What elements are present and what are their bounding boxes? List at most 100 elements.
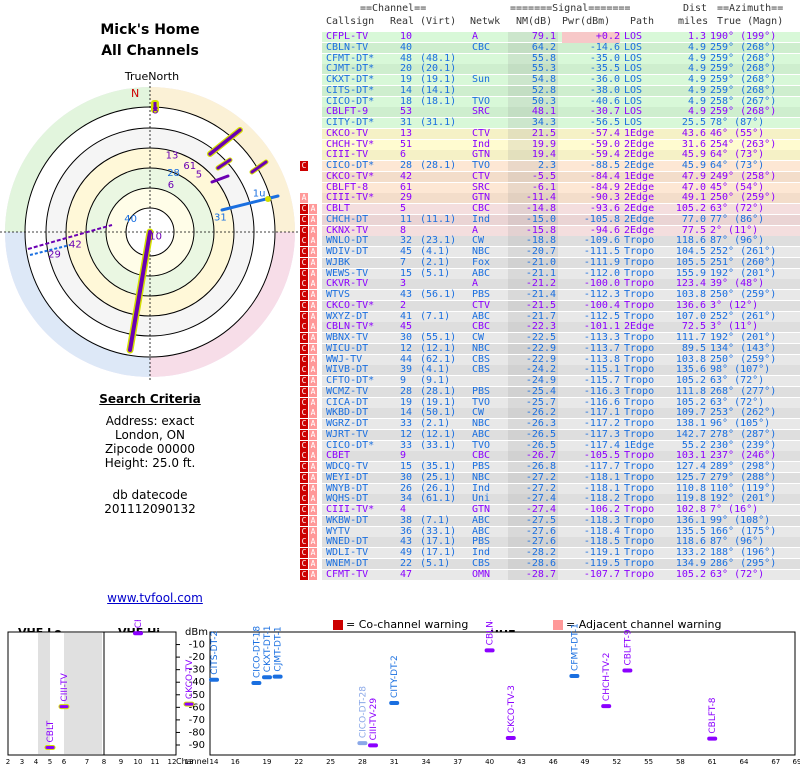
co-channel-warning-icon: C [300,257,308,268]
station-mark[interactable] [484,648,495,653]
channel-tick: 19 [263,758,272,766]
col-callsign: Callsign [326,16,375,27]
cell-cs[interactable]: WEYI-DT [326,472,368,484]
cell-net: CBS [472,557,491,569]
channel-tick: 58 [676,758,685,766]
channel-tick: 52 [612,758,621,766]
cell-cs[interactable]: CHCH-DT [326,214,368,226]
cell-pwr: -118.1 [583,471,620,483]
tvfool-link[interactable]: www.tvfool.com [95,591,215,605]
co-channel-warning-icon: C [300,440,308,451]
co-channel-warning-icon: C [300,236,308,247]
co-channel-warning-icon: C [300,247,308,257]
page-title: Mick's Home [100,22,200,38]
cell-virt: (18.1) [420,95,457,107]
table-row[interactable]: C A CKCO-TV* 2 CTV -21.5 -100.4 Tropo 136.6 3° (1… [300,299,800,312]
table-row[interactable]: C A WNEM-DT 22 (5.1) CBS -28.6 -119.5 Tropo 134.9… [300,557,800,570]
table-row[interactable]: CKCO-TV* 42 CTV -5.5 -84.4 1Edge 47.9 249° (258… [300,171,800,183]
cell-cs[interactable]: CKCO-TV [326,128,368,140]
cell-cs[interactable]: CFMT-TV [326,569,368,581]
station-mark[interactable] [368,743,378,748]
col-nm: NM(dB) [516,16,553,27]
channel-tick: 55 [644,758,653,766]
cell-real: 12 [400,342,413,354]
cell-virt: (7.1) [420,514,451,526]
station-mark[interactable] [209,677,219,682]
cell-virt: (5.1) [420,557,451,569]
cell-cs[interactable]: WKBW-DT [326,515,368,527]
co-channel-warning-icon: C [300,483,308,494]
cell-real: 28 [400,385,413,397]
cell-real: 30 [400,471,413,483]
station-mark[interactable] [251,680,262,685]
cell-cs[interactable]: WCMZ-TV [326,386,368,398]
col-real: Real [390,16,415,27]
station-mark[interactable] [357,741,368,746]
station-mark[interactable] [389,700,400,705]
adj-channel-warning-icon: A [309,526,317,537]
co-channel-warning-icon: C [300,526,308,537]
station-mark[interactable] [262,675,272,680]
cell-cs[interactable]: CBLN-TV [326,42,368,54]
channel-tick: 43 [517,758,526,766]
cell-net: PBS [472,385,491,397]
station-mark[interactable] [569,673,580,678]
cell-nm: -22.9 [525,342,556,354]
cell-real: 12 [400,428,413,440]
table-row[interactable]: CITS-DT* 14 (14.1) 52.8 -38.0 LOS 4.9 259° (268… [300,84,800,97]
station-mark[interactable] [44,745,56,751]
co-channel-warning-icon: C [300,343,308,354]
table-row[interactable]: C A WEYI-DT 30 (25.1) NBC -27.2 -118.1 Tropo 125.… [300,471,800,484]
cell-dist: 134.9 [675,557,706,569]
cell-virt: (28.1) [420,160,457,171]
table-row[interactable]: C A WICU-DT 12 (12.1) NBC -22.9 -113.7 Tropo 89.5… [300,342,800,355]
cell-cs[interactable]: WNEM-DT [326,558,368,570]
table-row[interactable]: CBLN-TV 40 CBC 64.2 -14.6 LOS 4.9 259° (268°) [300,41,800,54]
channel-tick: 8 [102,758,106,766]
co-channel-warning-icon: C [300,429,308,440]
cell-path: Tropo [624,342,655,354]
height-text: Height: 25.0 ft. [104,456,196,470]
cell-cs[interactable]: CITS-DT* [326,85,374,97]
station-mark[interactable] [58,704,70,710]
cell-az: 3° (12°) [710,299,759,311]
station-mark[interactable] [272,674,283,679]
cell-cs[interactable]: WICU-DT [326,343,368,355]
table-row[interactable]: C A WKBW-DT 38 (7.1) ABC -27.5 -118.3 Tropo 136.1… [300,514,800,527]
channel-tick: 31 [390,758,399,766]
table-row[interactable]: C A WJRT-TV 12 (12.1) ABC -26.5 -117.3 Tropo 142.… [300,428,800,441]
cell-net: CBS [472,364,491,376]
cell-virt: (14.1) [420,84,457,96]
adj-channel-warning-icon: A [309,408,317,419]
channel-tick: 3 [20,758,24,766]
cell-dist: 43.6 [681,127,706,139]
station-mark[interactable] [707,736,718,741]
cell-cs[interactable]: WJRT-TV [326,429,368,441]
adj-channel-warning-icon: A [300,193,308,204]
table-row[interactable]: CKCO-TV 13 CTV 21.5 -57.4 1Edge 43.6 46° (55°) [300,127,800,140]
station-mark[interactable] [133,631,143,636]
station-mark[interactable] [622,668,633,673]
polar-label-1: 61 [183,161,196,172]
cell-pwr: -117.3 [583,428,620,440]
cell-cs[interactable]: CKCO-TV* [326,300,374,312]
cell-cs[interactable]: CKCO-TV* [326,171,374,183]
adj-channel-warning-icon: A [309,354,317,365]
adj-channel-warning-icon: A [309,440,317,451]
cell-net: CBC [472,41,491,53]
station-mark[interactable] [505,735,516,740]
station-mark[interactable] [601,704,612,709]
channel-tick: 67 [771,758,780,766]
table-row[interactable]: C A WCMZ-TV 28 (28.1) PBS -25.4 -116.3 Tropo 111.… [300,385,800,398]
hdr-signal: =======Signal======= [510,3,631,14]
co-channel-warning-icon: C [300,279,308,290]
station-mark[interactable] [183,701,195,707]
adj-channel-warning-icon: A [309,558,317,569]
table-row[interactable]: C A CHCH-DT 11 (11.1) Ind -15.0 -105.8 2Edge 77.0… [300,214,800,226]
polar-label-5: 6 [168,180,174,191]
co-channel-warning-icon: C [300,161,308,171]
table-row[interactable]: C A CFMT-TV 47 OMN -28.7 -107.7 Tropo 105.2 63° (… [300,569,800,581]
cell-cs[interactable]: WJBK [326,257,350,269]
table-row[interactable]: C A WJBK 7 (2.1) Fox -21.0 -111.9 Tropo 105.5 251°… [300,257,800,269]
hdr-azimuth: ==Azimuth== [717,3,784,14]
